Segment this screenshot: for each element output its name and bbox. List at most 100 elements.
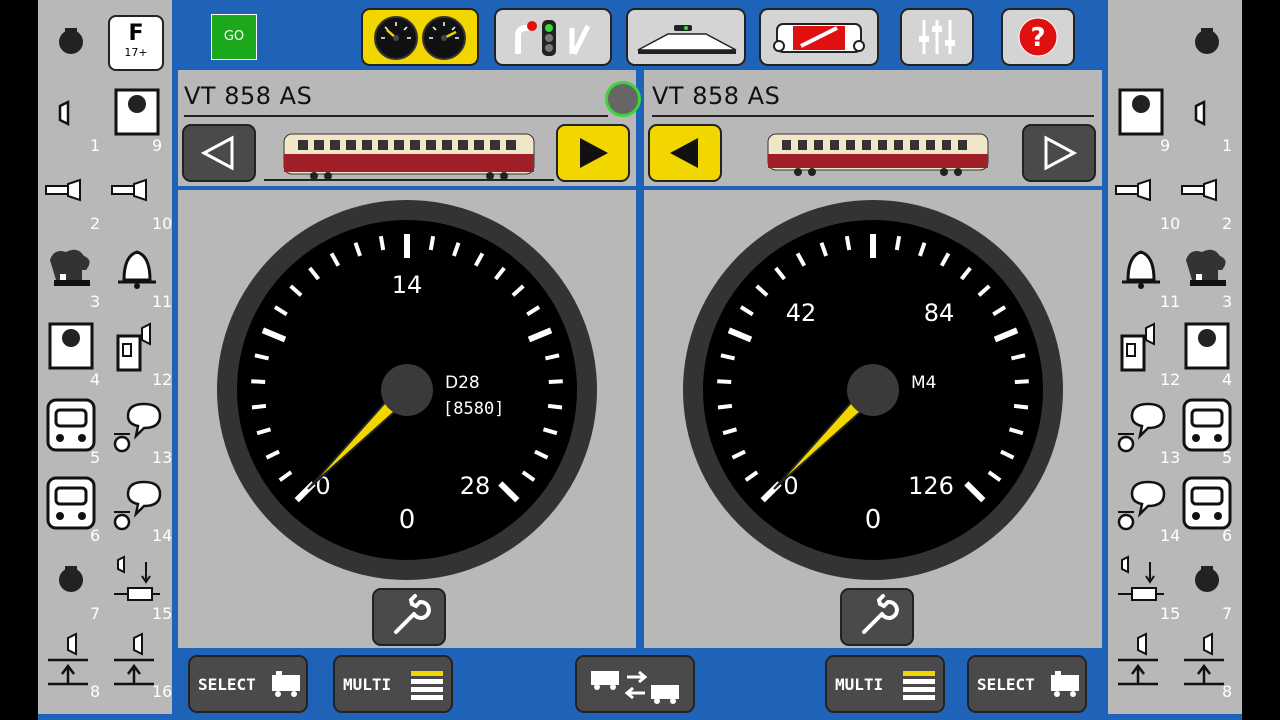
minor-tick xyxy=(1013,403,1029,410)
loco-name[interactable]: VT 858 AS xyxy=(652,82,780,110)
function-key-13[interactable]: 13 xyxy=(1110,392,1180,469)
horn-icon xyxy=(1194,99,1206,127)
whistle-icon xyxy=(111,178,147,202)
needle-hub xyxy=(847,364,899,416)
scale-label: 28 xyxy=(460,472,491,500)
minor-tick xyxy=(717,403,733,410)
speedometer[interactable]: 042 84126M40 xyxy=(681,198,1065,582)
function-key-8[interactable]: 8 xyxy=(40,626,104,703)
function-key-1[interactable]: 1 xyxy=(40,80,104,157)
sound-toggle[interactable] xyxy=(40,10,104,87)
function-number: 8 xyxy=(1222,682,1233,701)
function-key-7[interactable]: 7 xyxy=(1176,548,1240,625)
function-key-10[interactable]: 10 xyxy=(106,158,173,235)
reverse-direction-button[interactable] xyxy=(648,124,722,182)
button-icon xyxy=(1184,322,1230,370)
function-key-11[interactable]: 11 xyxy=(106,236,172,313)
go-button[interactable]: GO xyxy=(211,14,257,60)
wrench-icon xyxy=(394,594,431,634)
swap-trains-icon xyxy=(591,670,679,704)
function-key-16[interactable]: 16 xyxy=(106,626,172,703)
function-key-3[interactable]: 3 xyxy=(1176,236,1240,313)
locomotive-image xyxy=(767,133,989,176)
scale-label: 84 xyxy=(924,299,955,327)
select-label: SELECT xyxy=(977,675,1035,694)
decoder-settings-button[interactable] xyxy=(372,588,446,646)
dot-icon xyxy=(1195,566,1219,592)
function-number: 10 xyxy=(152,214,173,233)
decoder-settings-button[interactable] xyxy=(840,588,914,646)
function-number: 9 xyxy=(1160,136,1171,155)
function-key-11[interactable]: 11 xyxy=(1110,236,1180,313)
dual-gauge-icon xyxy=(374,16,466,60)
function-key-6[interactable]: 6 xyxy=(1176,470,1240,547)
function-key-8[interactable]: 8 xyxy=(1176,626,1240,703)
dot-icon xyxy=(59,566,83,592)
train-icon xyxy=(1051,671,1079,697)
help-button[interactable]: ? xyxy=(1001,8,1075,66)
function-number: 8 xyxy=(90,682,101,701)
function-key-9[interactable]: 9 xyxy=(106,80,170,157)
header-separator xyxy=(178,186,636,190)
minor-tick xyxy=(1014,379,1029,385)
function-key-12[interactable]: 12 xyxy=(1110,314,1180,391)
signals-switches-button[interactable] xyxy=(494,8,612,66)
function-number: 9 xyxy=(152,136,163,155)
select-loco-left-button[interactable]: SELECT xyxy=(188,655,308,713)
function-number: 14 xyxy=(152,526,173,545)
settings-sliders-button[interactable] xyxy=(900,8,974,66)
track-layout-icon xyxy=(637,25,737,54)
sound-toggle[interactable] xyxy=(1176,10,1240,87)
function-key-4[interactable]: 4 xyxy=(1176,314,1240,391)
triangle-right-filled-icon xyxy=(580,138,608,168)
dual-throttle-view-button[interactable] xyxy=(361,8,479,66)
function-keys-button[interactable]: F 17+ xyxy=(108,15,164,71)
bell-icon xyxy=(1122,250,1160,289)
svg-text:?: ? xyxy=(1030,23,1045,53)
function-key-2[interactable]: 2 xyxy=(40,158,104,235)
track-layout-button[interactable] xyxy=(626,8,746,66)
select-loco-right-button[interactable]: SELECT xyxy=(967,655,1087,713)
function-number: 12 xyxy=(152,370,173,389)
forward-direction-button[interactable] xyxy=(1022,124,1096,182)
multi-label: MULTI xyxy=(835,675,884,694)
cab-icon xyxy=(1182,476,1232,530)
function-number: 4 xyxy=(1222,370,1233,389)
reverse-direction-button[interactable] xyxy=(182,124,256,182)
bell-icon xyxy=(118,250,156,289)
function-key-12[interactable]: 12 xyxy=(106,314,173,391)
multi-traction-left-button[interactable]: MULTI xyxy=(333,655,453,713)
decoder-address: [8580] xyxy=(443,399,504,419)
speedometer[interactable]: 01428D28[8580]0 xyxy=(215,198,599,582)
function-key-1[interactable]: 1 xyxy=(1176,80,1240,157)
function-key-10[interactable]: 10 xyxy=(1110,158,1180,235)
function-key-7[interactable]: 7 xyxy=(40,548,104,625)
loco-name[interactable]: VT 858 AS xyxy=(184,82,312,110)
function-number: 1 xyxy=(1222,136,1233,155)
function-key-13[interactable]: 13 xyxy=(106,392,172,469)
function-key-6[interactable]: 6 xyxy=(40,470,104,547)
scale-label: 126 xyxy=(908,472,954,500)
function-number: 5 xyxy=(90,448,101,467)
function-key-15[interactable]: 15 xyxy=(106,548,172,625)
function-key-14[interactable]: 14 xyxy=(106,470,173,547)
list-icon xyxy=(411,671,443,700)
function-key-15[interactable]: 15 xyxy=(1110,548,1180,625)
function-key-9[interactable]: 9 xyxy=(1110,80,1174,157)
minor-tick xyxy=(251,403,267,410)
locomotive-edit-button[interactable] xyxy=(759,8,879,66)
swap-locos-button[interactable] xyxy=(575,655,695,713)
function-key-4[interactable]: 4 xyxy=(40,314,104,391)
function-key-14[interactable]: 14 xyxy=(1110,470,1180,547)
function-key-5[interactable]: 5 xyxy=(40,392,104,469)
multi-traction-right-button[interactable]: MULTI xyxy=(825,655,945,713)
emergency-stop-indicator[interactable] xyxy=(605,81,641,117)
triangle-left-filled-icon xyxy=(670,138,698,168)
function-key-extra[interactable] xyxy=(1110,626,1174,703)
function-number: 6 xyxy=(1222,526,1233,545)
function-key-5[interactable]: 5 xyxy=(1176,392,1240,469)
function-key-3[interactable]: 3 xyxy=(40,236,104,313)
sliders-icon xyxy=(919,20,955,54)
function-key-2[interactable]: 2 xyxy=(1176,158,1240,235)
forward-direction-button[interactable] xyxy=(556,124,630,182)
